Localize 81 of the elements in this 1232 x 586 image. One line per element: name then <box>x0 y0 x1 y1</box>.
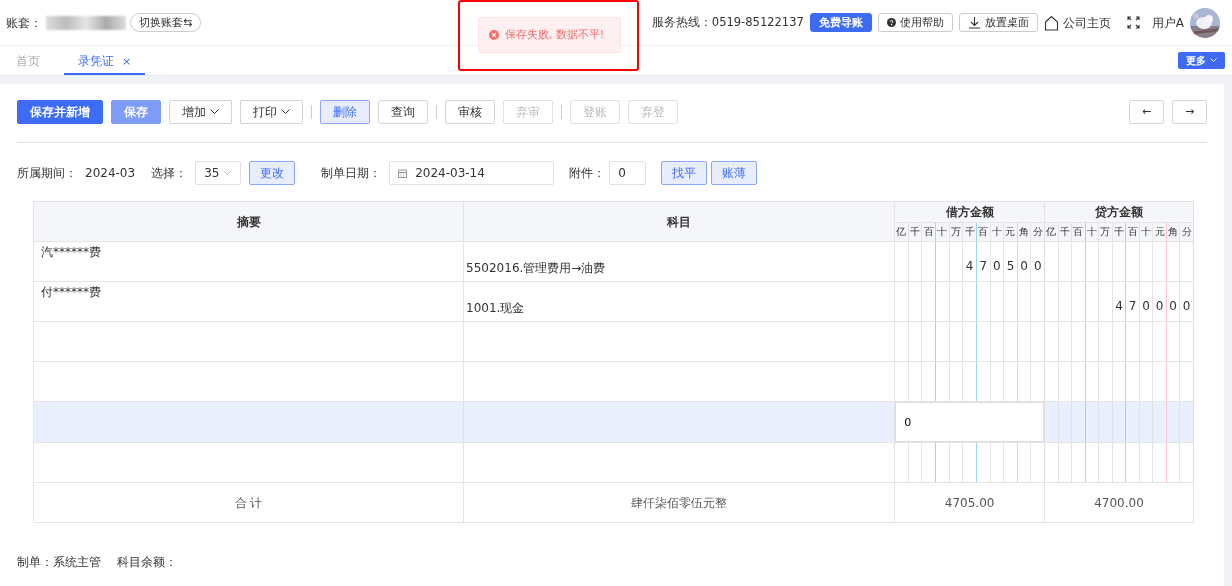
field-label: 选择： <box>151 165 188 182</box>
total-label: 合 计 <box>33 482 464 523</box>
table-cell[interactable] <box>33 442 464 483</box>
table-cell[interactable] <box>33 401 464 443</box>
period-value: 2024-03 <box>85 165 136 182</box>
close-icon[interactable]: × <box>122 55 132 68</box>
digit-cell: 0 <box>1152 281 1167 322</box>
digit-cell: 0 <box>1017 241 1031 282</box>
toolbar-button[interactable]: 审核 <box>445 100 495 124</box>
download-icon <box>967 16 981 29</box>
caret-icon <box>281 109 290 115</box>
table-cell[interactable]: 汽******费 <box>33 241 464 282</box>
maker-text: 制单：系统主管 <box>17 554 101 571</box>
digit-cell: 7 <box>976 241 991 282</box>
digit-cell: 0 <box>1030 241 1045 282</box>
digit-cell: 4 <box>962 241 977 282</box>
total-cell: 4700.00 <box>1044 482 1194 523</box>
account-label: 账套： <box>6 14 42 32</box>
field-label: 所属期间： <box>17 165 77 182</box>
amount-input[interactable]: 0 <box>895 402 1045 442</box>
field-label: 制单日期： <box>321 165 382 182</box>
hotline-text: 服务热线：0519-85122137 <box>651 13 804 31</box>
digit-cell: 7 <box>1125 281 1140 322</box>
toolbar-button[interactable]: 保存并新增 <box>17 100 103 124</box>
digit-cell: 4 <box>1112 281 1126 322</box>
table-cell[interactable] <box>463 321 895 362</box>
unit-header: 十 <box>1085 222 1099 242</box>
column-header: 借方金额 <box>894 201 1045 222</box>
table-cell[interactable]: 付******费 <box>33 281 464 322</box>
table-cell[interactable]: 5502016.管理费用→油费 <box>463 241 895 282</box>
digit-cell: 0 <box>1139 281 1153 322</box>
toolbar-button[interactable]: 打印 <box>240 100 303 124</box>
total-cell: 肆仟柒佰零伍元整 <box>463 482 895 523</box>
toolbar-button[interactable]: 删除 <box>320 100 370 124</box>
date-field[interactable]: 2024-03-14 <box>389 161 555 185</box>
attachment-field[interactable]: 0 <box>609 161 647 185</box>
unit-header: 千 <box>1112 222 1126 242</box>
tab[interactable]: 录凭证 × <box>64 46 146 75</box>
table-cell[interactable]: 1001.现金 <box>463 281 895 322</box>
column-header: 贷方金额 <box>1044 201 1194 222</box>
ledger-button[interactable]: 账薄 <box>711 161 758 185</box>
table-cell[interactable] <box>463 442 895 483</box>
change-button[interactable]: 更改 <box>249 161 296 185</box>
user-name[interactable]: 用户A <box>1151 13 1184 32</box>
digit-cell: 0 <box>990 241 1004 282</box>
table-cell[interactable] <box>463 361 895 402</box>
number-select[interactable]: 35 <box>195 161 242 185</box>
caret-icon <box>210 109 219 115</box>
table-cell[interactable] <box>463 401 895 443</box>
error-icon <box>489 30 499 40</box>
unit-header: 千 <box>1058 222 1072 242</box>
toolbar-button[interactable]: 增加 <box>169 100 232 124</box>
column-header: 科目 <box>463 201 895 242</box>
table-cell[interactable] <box>33 361 464 402</box>
unit-header: 角 <box>1166 222 1180 242</box>
digit-cell: 5 <box>1003 241 1018 282</box>
home-icon <box>1043 14 1059 31</box>
digit-cell: 0 <box>1166 281 1180 322</box>
import-button[interactable]: 免费导账 <box>809 13 872 32</box>
table-cell[interactable] <box>33 321 464 362</box>
homepage-link[interactable]: 公司主页 <box>1043 13 1111 32</box>
desktop-button[interactable]: 放置桌面 <box>958 13 1038 32</box>
switch-account-button[interactable]: 切换账套⇆ <box>130 13 202 32</box>
more-button[interactable]: 更多 <box>1178 52 1225 69</box>
total-cell: 4705.00 <box>894 482 1045 523</box>
unit-header: 十 <box>1139 222 1153 242</box>
previous-button[interactable]: ← <box>1129 100 1164 124</box>
caret-icon <box>223 170 233 176</box>
digit-cell: 0 <box>1179 281 1194 322</box>
help-button[interactable]: 使用帮助 <box>877 13 953 32</box>
balance-text: 科目余额： <box>117 554 177 571</box>
toolbar-button[interactable]: 查询 <box>378 100 428 124</box>
fullscreen-icon[interactable] <box>1126 16 1140 29</box>
toast-text: 保存失败, 数据不平! <box>505 27 604 43</box>
help-icon <box>886 18 896 27</box>
next-button[interactable]: → <box>1172 100 1207 124</box>
caret-icon <box>1210 58 1217 63</box>
field-label: 附件： <box>569 165 606 182</box>
balance-button[interactable]: 找平 <box>661 161 708 185</box>
column-header: 摘要 <box>33 201 464 242</box>
calendar-icon <box>398 168 408 178</box>
